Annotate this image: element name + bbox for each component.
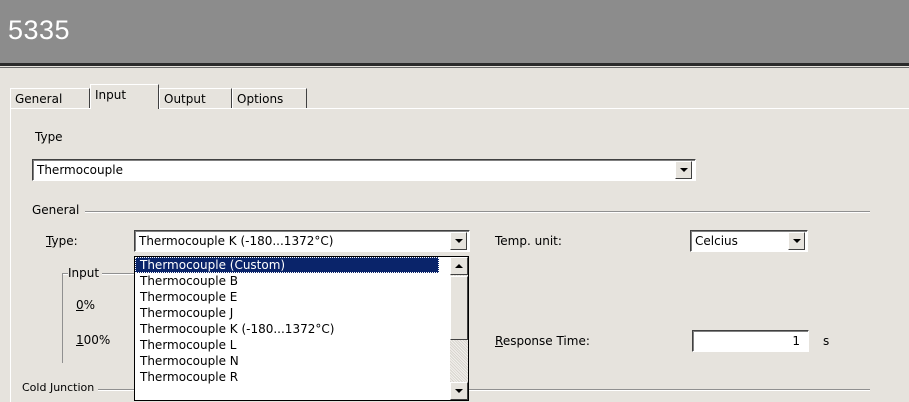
zero-percent-label: 0% xyxy=(76,298,95,312)
dropdown-option[interactable]: Thermocouple L xyxy=(135,337,439,353)
dropdown-scrollbar[interactable] xyxy=(450,257,468,400)
response-time-input[interactable]: 1 xyxy=(692,330,809,352)
sensor-type-select[interactable]: Thermocouple K (-180...1372°C) xyxy=(134,230,470,252)
dropdown-option[interactable]: Thermocouple (Custom) xyxy=(135,257,439,273)
tab-options[interactable]: Options xyxy=(232,88,307,109)
title-separator-thin xyxy=(0,67,909,68)
tab-general-label: General xyxy=(15,92,63,106)
response-time-value: 1 xyxy=(792,334,800,348)
input-group-frame-side xyxy=(62,273,63,363)
window-title: 5335 xyxy=(8,15,71,45)
window-title-bar: 5335 xyxy=(0,0,909,63)
dropdown-option[interactable]: Thermocouple J xyxy=(135,305,439,321)
tab-input-label: Input xyxy=(95,88,127,102)
scroll-up-arrow-icon[interactable] xyxy=(450,257,468,275)
dropdown-option[interactable]: Thermocouple K (-180...1372°C) xyxy=(135,321,439,337)
general-group-label: General xyxy=(32,203,86,217)
hundred-percent-rest: 00% xyxy=(83,333,111,347)
temp-unit-label: Temp. unit: xyxy=(495,234,562,248)
response-time-rest: esponse Time: xyxy=(502,334,590,348)
cold-junction-group-label: Cold Junction xyxy=(22,381,99,394)
general-group-frame xyxy=(32,211,870,213)
hundred-percent-accel: 1 xyxy=(76,333,84,347)
sensor-type-label-rest: ype: xyxy=(51,234,78,248)
hundred-percent-label: 100% xyxy=(76,333,110,347)
dropdown-option[interactable]: Thermocouple B xyxy=(135,273,439,289)
response-time-accel: R xyxy=(495,334,503,348)
tab-output-label: Output xyxy=(164,92,206,106)
title-separator xyxy=(0,63,909,66)
chevron-down-icon[interactable] xyxy=(450,232,467,250)
response-time-label: Response Time: xyxy=(495,334,590,348)
dropdown-option[interactable]: Thermocouple E xyxy=(135,289,439,305)
input-type-value: Thermocouple xyxy=(37,163,123,177)
input-type-select[interactable]: Thermocouple xyxy=(32,159,696,181)
tab-general[interactable]: General xyxy=(10,88,90,109)
tab-input[interactable]: Input xyxy=(90,84,159,109)
temp-unit-value: Celcius xyxy=(695,234,738,248)
sensor-type-label: Type: xyxy=(46,234,78,248)
sensor-type-dropdown-list[interactable]: Thermocouple (Custom) Thermocouple B The… xyxy=(134,256,469,401)
scrollbar-thumb[interactable] xyxy=(450,276,468,340)
tab-options-label: Options xyxy=(237,92,284,106)
zero-percent-accel: 0 xyxy=(76,298,84,312)
tab-output[interactable]: Output xyxy=(159,88,232,109)
type-section-label: Type xyxy=(35,130,63,144)
zero-percent-rest: % xyxy=(83,298,96,312)
scroll-down-arrow-icon[interactable] xyxy=(450,382,468,400)
input-group-label: Input xyxy=(68,266,103,280)
response-time-unit: s xyxy=(823,334,830,348)
chevron-down-icon[interactable] xyxy=(675,161,692,179)
dropdown-option[interactable]: Thermocouple R xyxy=(135,369,439,385)
dropdown-option[interactable]: Thermocouple N xyxy=(135,353,439,369)
sensor-type-value: Thermocouple K (-180...1372°C) xyxy=(139,234,334,248)
chevron-down-icon[interactable] xyxy=(788,232,805,250)
